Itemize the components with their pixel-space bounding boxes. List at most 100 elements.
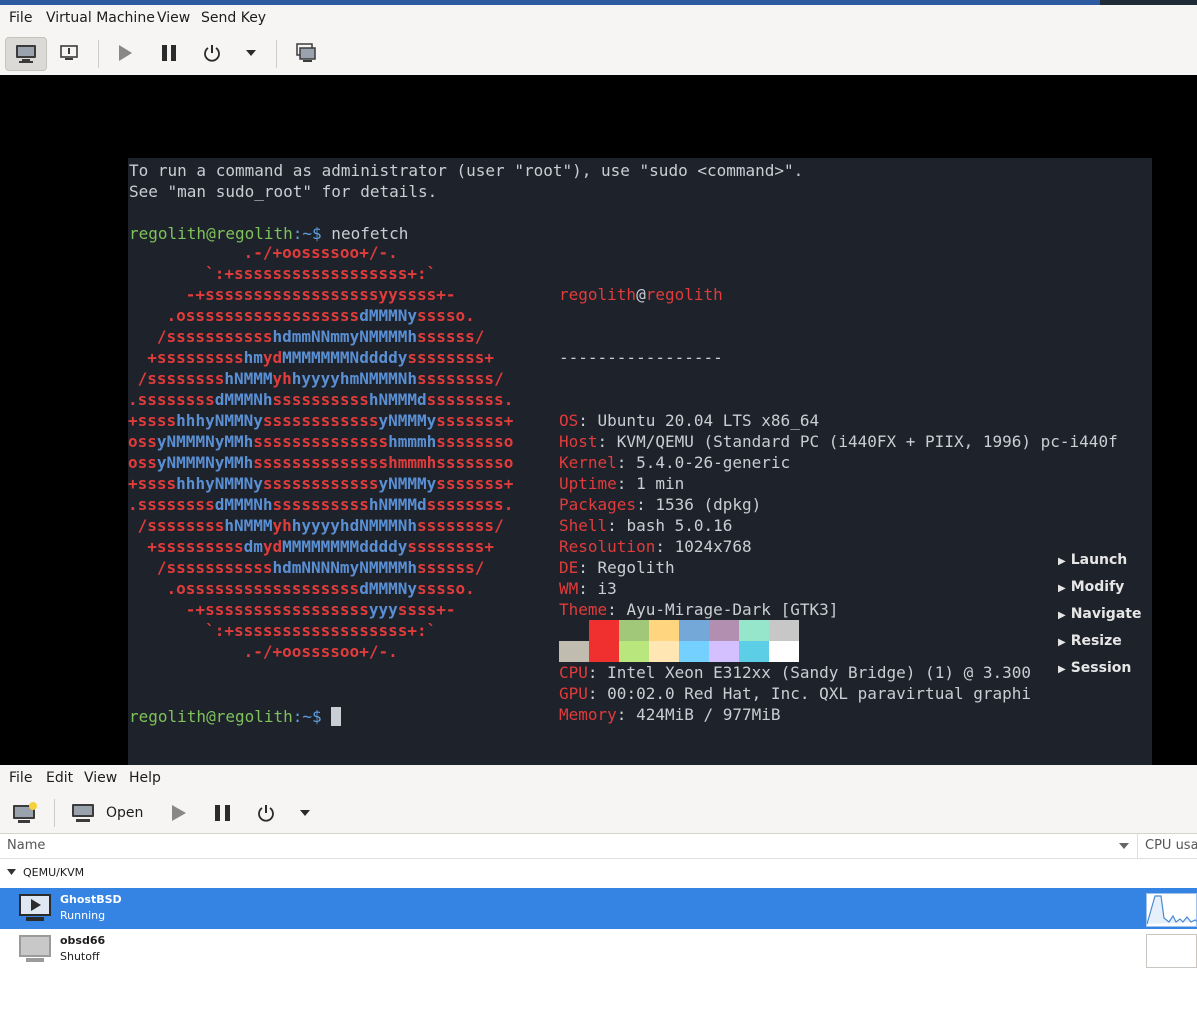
vm-row-obsd66[interactable]: obsd66 Shutoff <box>0 929 1197 970</box>
menu-edit[interactable]: Edit <box>46 770 73 786</box>
run-button[interactable] <box>105 37 145 69</box>
logo-segment: sssssss+ <box>436 474 514 493</box>
logo-segment: ssss+- <box>397 600 456 619</box>
menu-view[interactable]: View <box>84 770 117 786</box>
color-swatch <box>769 641 799 662</box>
column-divider <box>1137 834 1138 858</box>
color-swatch <box>739 620 769 641</box>
logo-segment: `:+ssssssssssssssssss+:` <box>128 621 437 640</box>
menu-virtual-machine[interactable]: Virtual Machine <box>46 10 155 26</box>
cpu-usage-graph <box>1146 893 1197 927</box>
monitor-icon <box>16 45 36 63</box>
menu-file[interactable]: File <box>9 10 32 26</box>
info-list: OS: Ubuntu 20.04 LTS x86_64 Host: KVM/QEM… <box>559 410 1118 725</box>
logo-segment: ssssssssssssss <box>253 432 389 451</box>
details-button[interactable] <box>49 37 89 69</box>
vm-status: Running <box>60 909 106 922</box>
fullscreen-button[interactable] <box>286 37 326 69</box>
logo-line: /ssssssssssshdmmNNmmyNMMMMhssssss/ <box>128 326 513 347</box>
logo-segment: hhhyNMMNy <box>176 411 263 430</box>
vm-display[interactable]: To run a command as administrator (user … <box>0 75 1197 765</box>
logo-segment: hNMMMd <box>368 495 427 514</box>
info-value: : Ubuntu 20.04 LTS x86_64 <box>578 411 820 430</box>
i3-menu-launch[interactable]: ▶ Launch <box>1058 552 1127 568</box>
logo-segment: ssssssss/ <box>417 516 504 535</box>
expander-down-icon[interactable] <box>7 869 16 875</box>
new-vm-button[interactable] <box>12 796 38 830</box>
menu-view[interactable]: View <box>157 10 190 26</box>
console-button[interactable] <box>5 37 47 71</box>
i3-menu-modify[interactable]: ▶ Modify <box>1058 579 1124 595</box>
logo-segment: yNMMMy <box>378 474 437 493</box>
chevron-right-icon: ▶ <box>1058 637 1066 648</box>
logo-segment: dMMMNh <box>214 495 273 514</box>
logo-line: /sssssssshNMMMyhhyyyyhmNMMMNhssssssss/ <box>128 368 513 389</box>
logo-segment: yd <box>262 348 283 367</box>
pause-button[interactable] <box>214 796 232 830</box>
menu-help[interactable]: Help <box>129 770 161 786</box>
i3-menu-label: Navigate <box>1070 606 1142 622</box>
info-key: Host <box>559 432 598 451</box>
connection-group[interactable]: QEMU/KVM <box>0 858 1197 886</box>
logo-line: ossyNMMMNyMMhsssssssssssssshmmmhssssssso <box>128 431 513 452</box>
logo-segment: ssssssso <box>436 432 514 451</box>
shutdown-menu-button[interactable] <box>231 37 271 69</box>
logo-segment: oss <box>128 453 157 472</box>
run-button[interactable] <box>171 796 187 830</box>
logo-segment: hNMMM <box>224 369 273 388</box>
logo-segment: sssso. <box>416 306 475 325</box>
toolbar-separator <box>54 799 55 827</box>
info-icon <box>60 45 78 60</box>
logo-line: +sssssssssdmydMMMMMMMMddddyssssssss+ <box>128 536 513 557</box>
color-swatch <box>589 620 619 641</box>
shutdown-button[interactable] <box>192 37 232 69</box>
logo-segment: sssso. <box>416 579 475 598</box>
prompt-line: regolith@regolith:~$ neofetch <box>129 223 408 244</box>
color-swatch <box>619 641 649 662</box>
chevron-right-icon: ▶ <box>1058 556 1066 567</box>
logo-segment: MMMMMMMMddddy <box>282 537 408 556</box>
shutdown-menu-button[interactable] <box>299 796 311 830</box>
vm-row-ghostbsd[interactable]: GhostBSD Running <box>0 888 1197 929</box>
terminal[interactable]: To run a command as administrator (user … <box>128 158 1152 765</box>
column-cpu-usage[interactable]: CPU usa <box>1145 838 1197 853</box>
logo-segment: /ssssssss <box>128 516 225 535</box>
chevron-down-icon[interactable] <box>1119 843 1129 850</box>
prompt-user: regolith@regolith <box>129 224 293 243</box>
manager-menubar: File Edit View Help <box>0 765 1197 793</box>
logo-segment: ssssssss. <box>426 390 514 409</box>
logo-line: .ssssssssdMMMNhsssssssssshNMMMdssssssss. <box>128 494 513 515</box>
logo-segment: ssssssss+ <box>407 348 495 367</box>
open-button[interactable]: Open <box>71 796 143 830</box>
logo-line: .ossssssssssssssssssdMMMNysssso. <box>128 305 513 326</box>
logo-segment: dMMMNy <box>359 306 417 325</box>
running-vm-icon <box>19 894 51 921</box>
logo-segment: hm <box>243 348 263 367</box>
color-swatch <box>679 641 709 662</box>
power-icon <box>258 805 274 822</box>
logo-segment: yNMMMNyMMh <box>156 432 254 451</box>
pause-button[interactable] <box>149 37 189 69</box>
column-name[interactable]: Name <box>7 838 45 853</box>
dropdown-icon <box>300 810 310 816</box>
color-swatch <box>649 620 679 641</box>
logo-segment: yd <box>262 537 283 556</box>
chevron-right-icon: ▶ <box>1058 610 1066 621</box>
info-value: : 5.4.0-26-generic <box>616 453 791 472</box>
logo-segment: ssssssss. <box>426 495 514 514</box>
logo-segment: dm <box>243 537 263 556</box>
i3-menu-navigate[interactable]: ▶ Navigate <box>1058 606 1141 622</box>
play-icon <box>119 45 132 61</box>
shutdown-button[interactable] <box>257 796 275 830</box>
i3-menu-resize[interactable]: ▶ Resize <box>1058 633 1122 649</box>
pause-icon <box>215 805 230 821</box>
menu-send-key[interactable]: Send Key <box>201 10 266 26</box>
i3-menu-session[interactable]: ▶ Session <box>1058 660 1131 676</box>
info-key: Shell <box>559 516 608 535</box>
color-swatch <box>769 620 799 641</box>
info-key: Memory <box>559 705 617 724</box>
menu-file[interactable]: File <box>9 770 32 786</box>
logo-segment: .-/+oossssoo+/-. <box>128 243 398 262</box>
color-swatch <box>559 641 589 662</box>
logo-segment: ssssssssssss <box>262 474 379 493</box>
